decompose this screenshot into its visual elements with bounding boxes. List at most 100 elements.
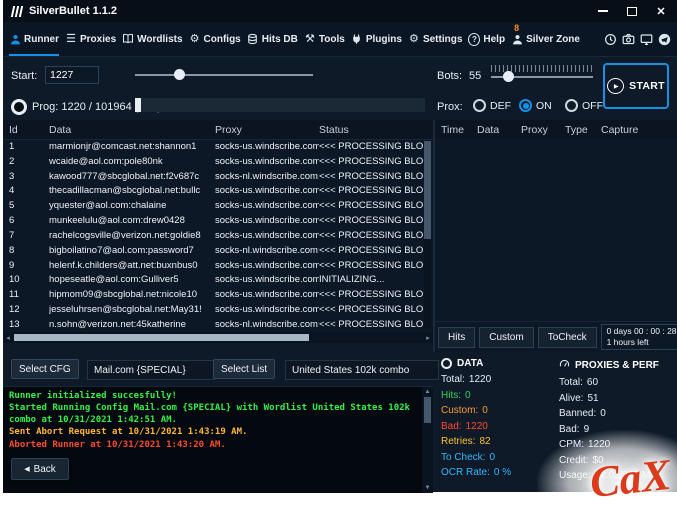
tab-configs[interactable]: ⚙ Configs <box>189 22 241 56</box>
table-row[interactable]: 5 yquester@aol.com:chalaine socks-us.win… <box>3 198 423 213</box>
custom-tab-button[interactable]: Custom <box>479 327 533 348</box>
cell-status: <<< PROCESSING BLOCK <box>319 230 423 241</box>
stat-label: Total: <box>441 372 465 388</box>
tab-runner[interactable]: Runner <box>9 22 59 56</box>
tab-proxies[interactable]: ☰ Proxies <box>65 22 116 56</box>
tab-hits-db[interactable]: Hits DB <box>247 22 298 56</box>
maximize-button[interactable] <box>625 4 639 18</box>
log-scrollbar[interactable]: ▲ ▼ <box>422 387 433 493</box>
stat-value: 0 <box>600 406 606 422</box>
table-row[interactable]: 9 helenf.k.childers@att.net:buxnbus0 soc… <box>3 258 423 273</box>
cell-status: <<< PROCESSING BLOCK <box>319 245 423 256</box>
cell-proxy: socks-nl.windscribe.com:1 <box>215 171 319 182</box>
cell-status: <<< PROCESSING BLOCK <box>319 171 423 182</box>
bots-slider-thumb[interactable] <box>503 71 514 82</box>
camera-icon[interactable] <box>621 32 635 46</box>
log-line: Aborted Runner at 10/31/2021 1:43:20 AM. <box>9 439 418 451</box>
select-config-button[interactable]: Select CFG <box>11 359 79 379</box>
stat-value: 51 <box>587 391 598 407</box>
cell-status: <<< PROCESSING BLOCK <box>319 260 423 271</box>
proxy-mode-def-radio[interactable]: DEF <box>473 99 511 112</box>
tab-settings[interactable]: ⚙ Settings <box>408 22 462 56</box>
cell-id: 9 <box>9 260 49 271</box>
proxies-icon: ☰ <box>65 33 77 46</box>
table-horizontal-scrollbar[interactable]: ◂ ▸ <box>3 332 433 343</box>
vertical-scroll-thumb[interactable] <box>424 141 431 239</box>
close-icon: ✕ <box>656 5 665 18</box>
hits-panel: Time Data Proxy Type Capture Hits Custom… <box>433 120 677 352</box>
runner-table-header: Id Data Proxy Status <box>3 120 433 140</box>
runner-table-body: 1 marmionjr@comcast.net:shannon1 socks-u… <box>3 139 423 332</box>
horizontal-scroll-thumb[interactable] <box>14 334 309 341</box>
table-row[interactable]: 7 rachelcogsville@verizon.net:goldie8 so… <box>3 228 423 243</box>
selector-row: Select CFG Mail.com {SPECIAL} Select Lis… <box>3 356 433 382</box>
history-icon[interactable] <box>603 32 617 46</box>
minimize-icon <box>598 10 608 12</box>
cell-data: thecadillacman@sbcglobal.net:bullc <box>49 185 215 196</box>
tools-icon: ⚒ <box>304 33 316 46</box>
cell-data: munkeelulu@aol.com:drew0428 <box>49 215 215 226</box>
start-label: Start: <box>11 70 37 82</box>
stat-value: 0 <box>489 450 495 466</box>
close-button[interactable]: ✕ <box>654 4 668 18</box>
start-slider-thumb[interactable] <box>174 69 185 80</box>
tab-help[interactable]: ? Help <box>468 22 505 56</box>
tocheck-tab-button[interactable]: ToCheck <box>538 327 597 348</box>
proxy-mode-on-radio[interactable]: ON <box>519 99 552 112</box>
cell-data: n.sohn@verizon.net:45katherine <box>49 319 215 330</box>
table-row[interactable]: 11 hipmom09@sbcglobal.net:nicole10 socks… <box>3 287 423 302</box>
start-button[interactable]: ▶ START <box>603 63 669 109</box>
cell-id: 7 <box>9 230 49 241</box>
cell-proxy: socks-us.windscribe.com: <box>215 304 319 315</box>
cell-data: hipmom09@sbcglobal.net:nicole10 <box>49 289 215 300</box>
timer-remaining: 1 hours left <box>607 337 677 348</box>
proxy-mode-off-radio[interactable]: OFF <box>565 99 603 112</box>
stat-row: Banned: 0 <box>559 406 677 422</box>
bots-slider[interactable] <box>491 65 593 82</box>
back-button[interactable]: ◀ Back <box>11 458 69 480</box>
column-header-status: Status <box>319 124 431 136</box>
table-row[interactable]: 6 munkeelulu@aol.com:drew0428 socks-us.w… <box>3 213 423 228</box>
tab-tools[interactable]: ⚒ Tools <box>304 22 345 56</box>
tab-silver-zone[interactable]: 8 Silver Zone <box>511 22 580 56</box>
telegram-icon[interactable] <box>657 32 671 46</box>
play-icon: ▶ <box>607 78 624 94</box>
table-row[interactable]: 1 marmionjr@comcast.net:shannon1 socks-u… <box>3 139 423 154</box>
scroll-left-icon[interactable]: ◂ <box>3 334 13 342</box>
radio-dot <box>473 99 486 112</box>
table-row[interactable]: 3 kawood777@sbcglobal.net:f2v687c socks-… <box>3 169 423 184</box>
table-row[interactable]: 13 n.sohn@verizon.net:45katherine socks-… <box>3 317 423 332</box>
cell-proxy: socks-us.windscribe.com:1 <box>215 141 319 152</box>
minimize-button[interactable] <box>596 4 610 18</box>
start-slider[interactable] <box>135 69 313 81</box>
cell-proxy: socks-us.windscribe.com:1 <box>215 289 319 300</box>
tab-plugins[interactable]: Plugins <box>351 22 402 56</box>
tab-wordlists[interactable]: Wordlists <box>122 22 182 56</box>
cell-status: <<< PROCESSING BLOCK <box>319 289 423 300</box>
stat-value: 0 <box>482 403 488 419</box>
table-row[interactable]: 2 wcaide@aol.com:pole80nk socks-us.winds… <box>3 154 423 169</box>
table-vertical-scrollbar[interactable] <box>424 141 431 329</box>
select-wordlist-button[interactable]: Select List <box>213 359 275 379</box>
scroll-up-icon[interactable]: ▲ <box>425 387 431 397</box>
start-position-input[interactable] <box>45 66 99 84</box>
scroll-right-icon[interactable]: ▸ <box>423 334 433 342</box>
monitor-icon[interactable] <box>639 32 653 46</box>
stat-label: Bad: <box>441 419 462 435</box>
table-row[interactable]: 8 bigboilatino7@aol.com:password7 socks-… <box>3 243 423 258</box>
hits-tab-button[interactable]: Hits <box>438 327 475 348</box>
scroll-down-icon[interactable]: ▼ <box>425 483 431 493</box>
cell-id: 10 <box>9 274 49 285</box>
table-row[interactable]: 12 jesseluhrsen@sbcglobal.net:May31! soc… <box>3 302 423 317</box>
timer-elapsed: 0 days 00 : 00 : 28 <box>607 326 677 337</box>
cell-id: 1 <box>9 141 49 152</box>
log-scroll-thumb[interactable] <box>424 397 431 423</box>
runner-controls: Start: Bots: 55 ▶ START Prog: 1220 / 101… <box>3 57 677 120</box>
cell-status: INITIALIZING... <box>319 274 423 285</box>
table-row[interactable]: 10 hopeseatle@aol.com:Gulliver5 socks-us… <box>3 272 423 287</box>
cell-status: <<< PROCESSING BLOCK <box>319 215 423 226</box>
cell-status: <<< PROCESSING BLOCK <box>319 319 423 330</box>
tab-silver-zone-label: Silver Zone <box>526 34 580 45</box>
table-row[interactable]: 4 thecadillacman@sbcglobal.net:bullc soc… <box>3 183 423 198</box>
log-line: Runner initialized succesfully! <box>9 390 418 402</box>
